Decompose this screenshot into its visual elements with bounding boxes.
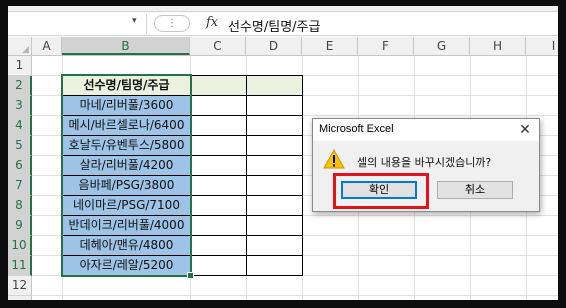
table-cell-empty[interactable] bbox=[247, 176, 303, 196]
table-header-cell-c[interactable] bbox=[191, 76, 247, 96]
table-cell-empty[interactable] bbox=[191, 236, 247, 256]
data-table: 선수명/팀명/주급 마네/리버풀/3600 메시/바르셀로나/6400 호날두/… bbox=[62, 75, 303, 276]
formula-input[interactable]: 선수명/팀명/주급 bbox=[228, 16, 320, 35]
table-header-cell[interactable]: 선수명/팀명/주급 bbox=[63, 76, 191, 96]
formula-bar-handle[interactable]: ⋮ bbox=[154, 15, 190, 32]
dialog-titlebar: Microsoft Excel ✕ bbox=[313, 119, 539, 141]
column-header-i[interactable]: I bbox=[526, 37, 558, 55]
column-header-c[interactable]: C bbox=[190, 37, 246, 55]
column-header-f[interactable]: F bbox=[358, 37, 414, 55]
table-cell-empty[interactable] bbox=[191, 256, 247, 276]
name-box-dropdown[interactable]: ▾ bbox=[132, 16, 137, 26]
table-cell[interactable]: 네이마르/PSG/7100 bbox=[63, 196, 191, 216]
row-header-2[interactable]: 2 bbox=[8, 76, 32, 96]
table-cell[interactable]: 음바페/PSG/3800 bbox=[63, 176, 191, 196]
row-header-9[interactable]: 9 bbox=[8, 216, 32, 236]
annotation-highlight bbox=[333, 173, 429, 209]
dialog-message: 셀의 내용을 바꾸시겠습니까? bbox=[357, 156, 492, 169]
table-cell-empty[interactable] bbox=[247, 256, 303, 276]
row-header-8[interactable]: 8 bbox=[8, 196, 32, 216]
table-header-cell-d[interactable] bbox=[247, 76, 303, 96]
row-header-5[interactable]: 5 bbox=[8, 136, 32, 156]
table-cell-empty[interactable] bbox=[191, 216, 247, 236]
table-cell[interactable]: 살라/리버풀/4200 bbox=[63, 156, 191, 176]
table-cell[interactable]: 아자르/레알/5200 bbox=[63, 256, 191, 276]
row-header-11[interactable]: 11 bbox=[8, 256, 32, 276]
row-header-7[interactable]: 7 bbox=[8, 176, 32, 196]
row-header-12[interactable]: 12 bbox=[8, 276, 32, 296]
table-cell-empty[interactable] bbox=[247, 196, 303, 216]
warning-icon bbox=[323, 148, 345, 169]
table-cell-empty[interactable] bbox=[191, 136, 247, 156]
row-header-3[interactable]: 3 bbox=[8, 96, 32, 116]
table-cell-empty[interactable] bbox=[247, 136, 303, 156]
table-cell[interactable]: 마네/리버풀/3600 bbox=[63, 96, 191, 116]
formula-bar: ▾ ⋮ fx 선수명/팀명/주급 bbox=[8, 12, 558, 36]
column-header-d[interactable]: D bbox=[246, 37, 302, 55]
insert-function-icon[interactable]: fx bbox=[206, 15, 218, 30]
column-header-e[interactable]: E bbox=[302, 37, 358, 55]
grid-line bbox=[32, 295, 558, 296]
table-cell-empty[interactable] bbox=[191, 116, 247, 136]
table-cell-empty[interactable] bbox=[247, 156, 303, 176]
formula-bar-separator bbox=[146, 14, 147, 34]
dialog-title: Microsoft Excel bbox=[319, 123, 394, 135]
table-cell[interactable]: 반데이크/리버풀/4000 bbox=[63, 216, 191, 236]
row-header-6[interactable]: 6 bbox=[8, 156, 32, 176]
row-header-1[interactable]: 1 bbox=[8, 56, 32, 76]
column-header-a[interactable]: A bbox=[32, 37, 62, 55]
table-cell[interactable]: 메시/바르셀로나/6400 bbox=[63, 116, 191, 136]
cancel-button[interactable]: 취소 bbox=[437, 181, 513, 199]
row-header-4[interactable]: 4 bbox=[8, 116, 32, 136]
table-cell[interactable]: 호날두/유벤투스/5800 bbox=[63, 136, 191, 156]
row-header-13[interactable]: 13 bbox=[8, 296, 32, 300]
table-cell-empty[interactable] bbox=[191, 156, 247, 176]
table-cell[interactable]: 데헤아/맨유/4800 bbox=[63, 236, 191, 256]
table-cell-empty[interactable] bbox=[247, 216, 303, 236]
column-header-h[interactable]: H bbox=[470, 37, 526, 55]
column-headers: A B C D E F G H I bbox=[8, 37, 558, 56]
column-header-g[interactable]: G bbox=[414, 37, 470, 55]
table-cell-empty[interactable] bbox=[247, 236, 303, 256]
table-cell-empty[interactable] bbox=[191, 176, 247, 196]
close-icon[interactable]: ✕ bbox=[515, 120, 535, 140]
table-cell-empty[interactable] bbox=[247, 116, 303, 136]
row-header-10[interactable]: 10 bbox=[8, 236, 32, 256]
table-cell-empty[interactable] bbox=[247, 96, 303, 116]
column-header-b[interactable]: B bbox=[62, 37, 190, 55]
select-all-button[interactable] bbox=[8, 37, 32, 55]
table-cell-empty[interactable] bbox=[191, 196, 247, 216]
table-cell-empty[interactable] bbox=[191, 96, 247, 116]
